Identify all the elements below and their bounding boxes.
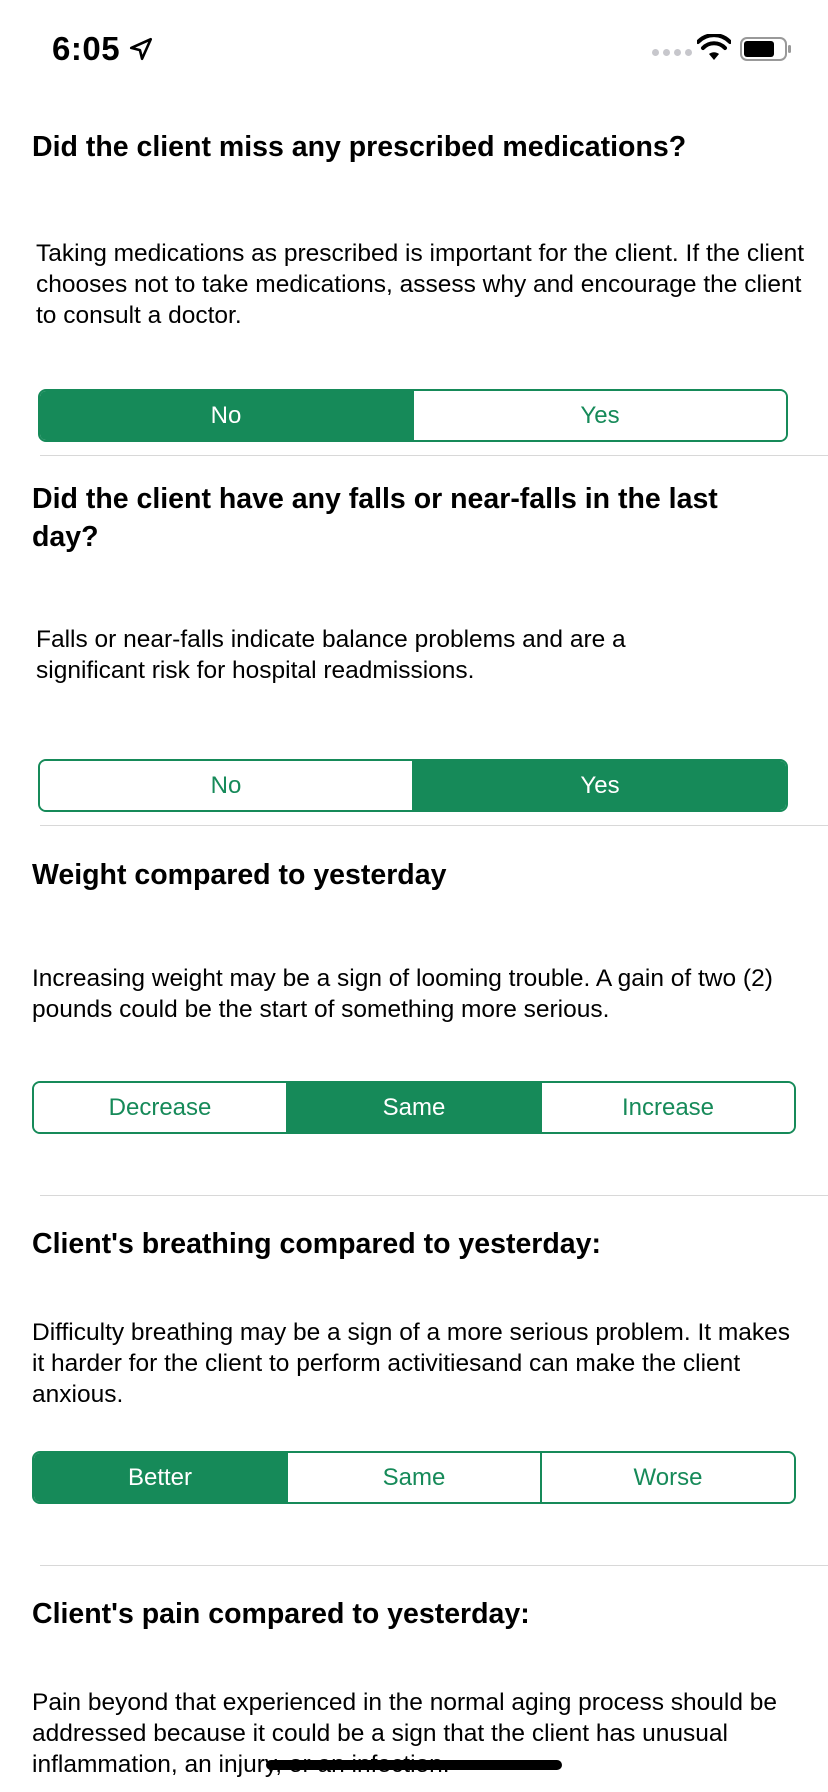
weight-segmented-control[interactable]: Decrease Same Increase (32, 1081, 796, 1134)
question-description: Increasing weight may be a sign of loomi… (32, 965, 773, 1023)
question-title: Did the client have any falls or near-fa… (32, 483, 718, 553)
weight-option-increase[interactable]: Increase (540, 1083, 794, 1132)
battery-icon (740, 37, 791, 61)
cellular-signal-icon (652, 49, 692, 56)
location-arrow-icon (129, 37, 153, 61)
question-description: Difficulty breathing may be a sign of a … (32, 1319, 791, 1408)
divider (40, 1195, 828, 1196)
falls-option-no[interactable]: No (40, 761, 412, 810)
breathing-segmented-control[interactable]: Better Same Worse (32, 1451, 796, 1504)
home-indicator[interactable] (266, 1760, 562, 1770)
weight-option-decrease[interactable]: Decrease (34, 1083, 286, 1132)
question-description: Taking medications as prescribed is impo… (36, 240, 805, 329)
medications-option-no[interactable]: No (40, 391, 412, 440)
breathing-option-same[interactable]: Same (286, 1453, 540, 1502)
divider (40, 1565, 828, 1566)
breathing-option-better[interactable]: Better (34, 1453, 286, 1502)
breathing-option-worse[interactable]: Worse (540, 1453, 794, 1502)
falls-option-yes[interactable]: Yes (412, 761, 786, 810)
status-time: 6:05 (52, 30, 121, 67)
weight-option-same[interactable]: Same (286, 1083, 540, 1132)
question-title: Weight compared to yesterday (32, 859, 447, 891)
divider (40, 455, 828, 456)
question-title: Client's breathing compared to yesterday… (32, 1228, 601, 1260)
medications-option-yes[interactable]: Yes (412, 391, 786, 440)
status-bar: 6:05 (0, 0, 828, 100)
falls-segmented-control[interactable]: No Yes (38, 759, 788, 812)
wifi-icon (697, 34, 731, 60)
divider (40, 825, 828, 826)
question-title: Client's pain compared to yesterday: (32, 1598, 530, 1630)
medications-segmented-control[interactable]: No Yes (38, 389, 788, 442)
question-description: Falls or near-falls indicate balance pro… (36, 626, 626, 684)
question-title: Did the client miss any prescribed medic… (32, 131, 687, 163)
